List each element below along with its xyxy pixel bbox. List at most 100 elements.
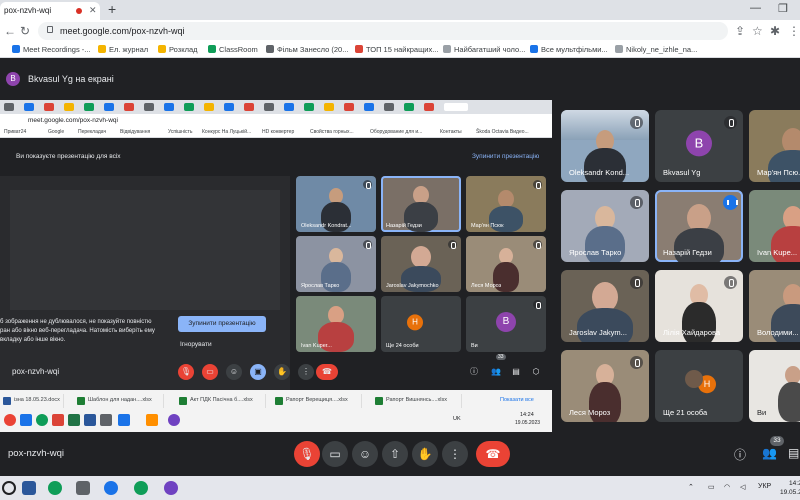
participant-tile[interactable]: Володими...: [749, 270, 800, 342]
shared-hangup-icon: ☎: [316, 364, 338, 380]
bookmark-item[interactable]: ClassRoom: [208, 45, 258, 54]
participant-tile[interactable]: Jaroslav Jakym...: [561, 270, 649, 342]
shared-date: 19.05.2023: [515, 420, 541, 426]
mic-off-icon: [630, 196, 643, 209]
hang-up-button[interactable]: ☎: [476, 441, 510, 467]
mic-off-button[interactable]: 🎙: [294, 441, 320, 467]
shared-bookmark: HD конвертер: [262, 129, 295, 135]
reload-icon[interactable]: ↻: [20, 24, 30, 38]
clock[interactable]: 14:2 19.05.2: [780, 479, 800, 497]
emoji-button[interactable]: ☺: [352, 441, 378, 467]
more-options-button[interactable]: ⋮: [442, 441, 468, 467]
bookmark-item[interactable]: Все мультфільми...: [530, 45, 608, 54]
shared-tab-icon: [244, 103, 254, 111]
new-tab-icon[interactable]: +: [108, 1, 116, 17]
shared-tab-icon: [164, 103, 174, 111]
bookmark-item[interactable]: Nikoly_ne_izhle_na...: [615, 45, 697, 54]
bookmarks-bar: Meet Recordings -... Ел. журнал Розклад …: [0, 42, 800, 58]
mic-off-icon: [363, 180, 372, 189]
bookmark-item[interactable]: Meet Recordings -...: [12, 45, 91, 54]
participant-name: Лілія Хайдарова: [663, 328, 721, 337]
participant-tile[interactable]: Ivan Kupe...: [749, 190, 800, 262]
shared-tile: Ярослав Тарко: [296, 236, 376, 292]
shared-lang: UK: [453, 416, 461, 422]
participant-tile[interactable]: H Ще 21 особа: [655, 350, 743, 422]
info-icon[interactable]: ⓘ: [734, 446, 746, 463]
bookmark-icon: [355, 45, 363, 53]
url-bar[interactable]: meet.google.com/pox-nzvh-wqi: [38, 22, 728, 40]
clock-time: 14:2: [789, 480, 800, 487]
shared-time: 14:24: [520, 412, 534, 418]
raise-hand-button[interactable]: ✋: [412, 441, 438, 467]
participant-avatar: B: [686, 130, 712, 157]
app-icon[interactable]: [76, 481, 90, 495]
extensions-icon[interactable]: ✱: [770, 24, 780, 38]
shared-bookmark: Приват24: [4, 129, 27, 135]
maximize-icon[interactable]: ❐: [778, 2, 788, 15]
share-icon[interactable]: ⇪: [735, 24, 745, 38]
shared-tab-icon: [64, 103, 74, 111]
participant-name: Bkvasul Yg: [663, 168, 701, 177]
chrome-icon[interactable]: [134, 481, 148, 495]
menu-icon[interactable]: ⋮: [788, 24, 800, 38]
chrome-icon[interactable]: [48, 481, 62, 495]
shared-activities-icon: ⬡: [532, 367, 540, 376]
browser-tab[interactable]: pox-nzvh-wqi ✕: [0, 2, 100, 20]
mirror-ignore-button: Ігнорувати: [180, 341, 212, 348]
tab-close-icon[interactable]: ✕: [89, 5, 97, 16]
star-icon[interactable]: ☆: [752, 24, 763, 38]
people-icon[interactable]: 👥: [762, 446, 777, 460]
bookmark-item[interactable]: Розклад: [158, 45, 198, 54]
mic-off-icon: [448, 240, 457, 249]
bookmark-item[interactable]: Ел. журнал: [98, 45, 148, 54]
shared-chat-icon: ▤: [512, 367, 520, 376]
minimize-icon[interactable]: —: [750, 2, 761, 14]
mic-off-icon: [533, 240, 542, 249]
download-item: Шаблон для надан....xlsx: [74, 394, 164, 408]
download-item: ізна 18.05.23.docx: [0, 394, 64, 408]
word-icon[interactable]: [22, 481, 36, 495]
meeting-code: pox-nzvh-wqi: [8, 448, 64, 459]
participant-tile[interactable]: Леся Мороз: [561, 350, 649, 422]
viber-icon[interactable]: [164, 481, 178, 495]
edge-icon[interactable]: [104, 481, 118, 495]
participant-name: Ярослав Тарко: [569, 248, 622, 257]
bookmark-item[interactable]: ТОП 15 найкращих...: [355, 45, 438, 54]
shared-tab-icon: [124, 103, 134, 111]
participant-name: Jaroslav Jakym...: [569, 328, 627, 337]
presenting-banner: Ви показуєте презентацію для всіх Зупини…: [0, 144, 552, 174]
back-icon[interactable]: ←: [4, 24, 16, 38]
shared-tab-icon: [424, 103, 434, 111]
present-button[interactable]: ⇧: [382, 441, 408, 467]
shared-info-icon: ⓘ: [470, 367, 478, 376]
film-icon: [266, 45, 274, 53]
participant-tile[interactable]: Ярослав Тарко: [561, 190, 649, 262]
participant-tile[interactable]: Назарій Гедзи: [655, 190, 743, 262]
network-icon[interactable]: ▭: [708, 483, 715, 491]
language-indicator[interactable]: УКР: [758, 483, 771, 490]
participant-tile[interactable]: Oleksandr Kond...: [561, 110, 649, 182]
participant-tile[interactable]: Лілія Хайдарова: [655, 270, 743, 342]
bookmark-item[interactable]: Найбагатший чоло...: [443, 45, 525, 54]
camera-button[interactable]: ▭: [322, 441, 348, 467]
shared-bookmark: Škoda Octavia Видео...: [476, 129, 529, 135]
shared-url-text: meet.google.com/pox-nzvh-wqi: [28, 117, 118, 124]
shared-tab-icon: [324, 103, 334, 111]
chat-icon[interactable]: ▤: [788, 446, 799, 460]
wifi-icon[interactable]: ◠: [724, 483, 730, 491]
volume-icon[interactable]: ◁: [740, 483, 745, 491]
word-icon: [84, 414, 96, 426]
participant-tile[interactable]: Мар'ян Псю...: [749, 110, 800, 182]
bookmark-item[interactable]: Фільм Занесло (20...: [266, 45, 348, 54]
participant-tile[interactable]: Ви: [749, 350, 800, 422]
shared-more-icon: ⋮: [298, 364, 314, 380]
shared-tab-icon: [204, 103, 214, 111]
bookmark-icon: [12, 45, 20, 53]
participant-tile[interactable]: B Bkvasul Yg: [655, 110, 743, 182]
tray-chevron-icon[interactable]: ⌃: [688, 483, 694, 491]
search-icon[interactable]: [2, 481, 16, 495]
shared-tile: Леся Мороз: [466, 236, 546, 292]
mic-off-icon: [724, 116, 737, 129]
shared-meet-view: Ви показуєте презентацію для всіх Зупини…: [0, 138, 552, 402]
app-icon: [52, 414, 64, 426]
